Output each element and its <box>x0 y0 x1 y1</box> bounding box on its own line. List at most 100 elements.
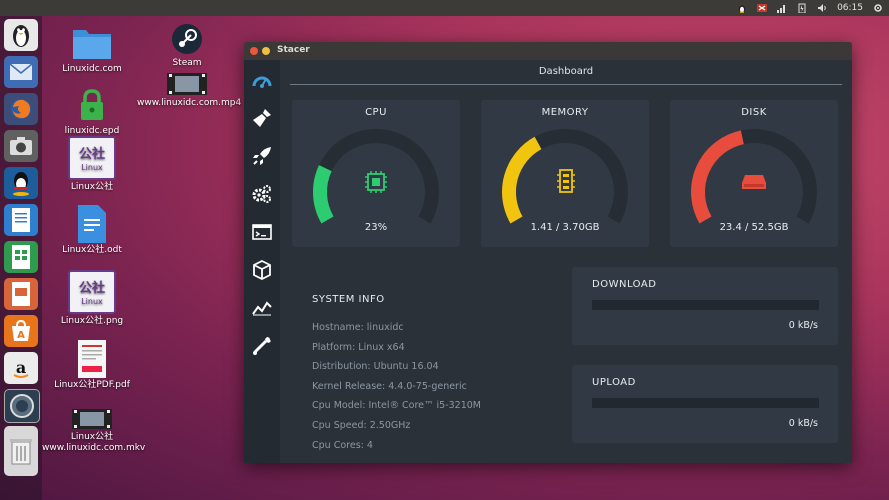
alert-icon[interactable] <box>757 3 767 13</box>
dashboard-icon <box>252 72 272 88</box>
window-titlebar[interactable]: Stacer <box>244 42 852 60</box>
svg-text:a: a <box>16 358 26 377</box>
logo-text: 公社 <box>79 280 105 296</box>
top-panel: 06:15 <box>0 0 889 16</box>
dashboard-title: Dashboard <box>280 66 852 77</box>
services-icon <box>252 184 272 204</box>
launcher-calc-icon[interactable] <box>4 241 38 273</box>
logo-sub-text: Linux <box>81 297 103 306</box>
upload-value: 0 kB/s <box>789 418 818 429</box>
sidebar-item-resources[interactable] <box>250 297 274 319</box>
launcher-tux-icon[interactable] <box>4 19 38 51</box>
gauge-value: 23.4 / 52.5GB <box>670 222 838 233</box>
desktop-icon-label: www.linuxidc.com.mp4 <box>137 98 237 109</box>
folder-icon <box>72 24 112 62</box>
sidebar-item-processes[interactable] <box>250 221 274 243</box>
desktop-icon[interactable]: linuxidc.epd <box>42 86 142 137</box>
video-icon <box>72 408 112 430</box>
lock-icon <box>72 86 112 124</box>
desktop-icon-label: Linuxidc.com <box>42 64 142 75</box>
desktop-icon[interactable]: Linux公社www.linuxidc.com.mkv <box>42 408 142 454</box>
steam-icon <box>167 22 207 56</box>
network-icon[interactable] <box>777 3 787 13</box>
battery-icon[interactable] <box>797 3 807 13</box>
desktop-icon[interactable]: Linuxidc.com <box>42 24 142 75</box>
system-info-line: Cpu Speed: 2.50GHz <box>312 420 410 431</box>
disk-icon <box>742 175 766 189</box>
download-value: 0 kB/s <box>789 320 818 331</box>
gear-icon[interactable] <box>873 3 883 13</box>
desktop-icon-label: Linux公社.png <box>42 316 142 327</box>
upload-bar <box>592 398 819 408</box>
video-icon <box>167 72 207 96</box>
launcher-camera-icon[interactable] <box>4 130 38 162</box>
launcher-qq-icon[interactable] <box>4 167 38 199</box>
desktop-icon[interactable]: Linux公社.odt <box>42 205 142 256</box>
download-title: DOWNLOAD <box>592 279 656 290</box>
launcher-software-center-icon[interactable]: A <box>4 315 38 347</box>
clock[interactable]: 06:15 <box>837 3 863 13</box>
document-icon <box>72 205 112 243</box>
logo-text: 公社 <box>79 146 105 162</box>
uninstaller-icon <box>252 260 272 280</box>
window-title: Stacer <box>277 45 310 55</box>
cpu-icon <box>365 171 387 193</box>
settings-icon <box>252 336 272 356</box>
launcher-stacer-icon[interactable] <box>4 389 40 423</box>
system-info-line: Kernel Release: 4.4.0-75-generic <box>312 381 467 392</box>
svg-text:A: A <box>17 330 25 341</box>
desktop-icon[interactable]: Steam <box>137 22 237 69</box>
sidebar-item-startup[interactable] <box>250 145 274 167</box>
upload-card: UPLOAD 0 kB/s <box>572 365 838 443</box>
launcher-amazon-icon[interactable]: a <box>4 352 38 384</box>
desktop-icon[interactable]: Linux公社PDF.pdf <box>42 340 142 391</box>
sidebar-item-services[interactable] <box>250 183 274 205</box>
launcher-impress-icon[interactable] <box>4 278 38 310</box>
startup-icon <box>252 146 272 166</box>
dashboard-content: Dashboard CPU 23% MEMORY <box>280 60 852 463</box>
launcher-writer-icon[interactable] <box>4 204 38 236</box>
launcher-trash-icon[interactable] <box>4 426 38 476</box>
system-tray: 06:15 <box>737 0 883 16</box>
download-bar <box>592 300 819 310</box>
sidebar-item-cleaner[interactable] <box>250 107 274 129</box>
resources-icon <box>252 300 272 316</box>
desktop-icon[interactable]: 公社Linux Linux公社.png <box>42 270 142 327</box>
desktop-icon[interactable]: 公社Linux Linux公社 <box>42 136 142 193</box>
image-icon: 公社Linux <box>68 270 116 314</box>
upload-title: UPLOAD <box>592 377 636 388</box>
system-info-line: Cpu Cores: 4 <box>312 440 373 451</box>
gauge-fill <box>509 143 538 220</box>
launcher-mail-icon[interactable] <box>4 56 38 88</box>
disk-gauge-card: DISK 23.4 / 52.5GB <box>670 100 838 247</box>
close-button[interactable] <box>250 47 258 55</box>
cleaner-icon <box>252 108 272 128</box>
dashboard-divider <box>290 84 842 85</box>
system-info-title: SYSTEM INFO <box>312 294 385 305</box>
memory-gauge-card: MEMORY 1.41 / 3.70GB <box>481 100 649 247</box>
desktop-icon-label: Linux公社PDF.pdf <box>42 380 142 391</box>
sidebar-item-dashboard[interactable] <box>250 69 274 91</box>
tux-icon[interactable] <box>737 3 747 13</box>
cpu-gauge-card: CPU 23% <box>292 100 460 247</box>
stacer-window: Stacer Dashboard CPU <box>244 42 852 463</box>
system-info-line: Hostname: linuxidc <box>312 322 404 333</box>
sidebar-item-uninstaller[interactable] <box>250 259 274 281</box>
pdf-icon <box>72 340 112 378</box>
desktop-icon-label: Linux公社www.linuxidc.com.mkv <box>42 432 142 454</box>
gauge-fill <box>320 168 328 220</box>
sidebar <box>244 60 280 463</box>
system-info-line: Distribution: Ubuntu 16.04 <box>312 361 439 372</box>
launcher: A a <box>0 16 42 500</box>
image-icon: 公社Linux <box>68 136 116 180</box>
desktop-icon[interactable]: www.linuxidc.com.mp4 <box>137 72 237 109</box>
desktop-icon-label: Steam <box>137 58 237 69</box>
gauge-value: 23% <box>292 222 460 233</box>
system-info-line: Platform: Linux x64 <box>312 342 405 353</box>
launcher-firefox-icon[interactable] <box>4 93 38 125</box>
volume-icon[interactable] <box>817 3 827 13</box>
download-card: DOWNLOAD 0 kB/s <box>572 267 838 345</box>
minimize-button[interactable] <box>262 47 270 55</box>
sidebar-item-settings[interactable] <box>250 335 274 357</box>
desktop-icon-label: Linux公社.odt <box>42 245 142 256</box>
